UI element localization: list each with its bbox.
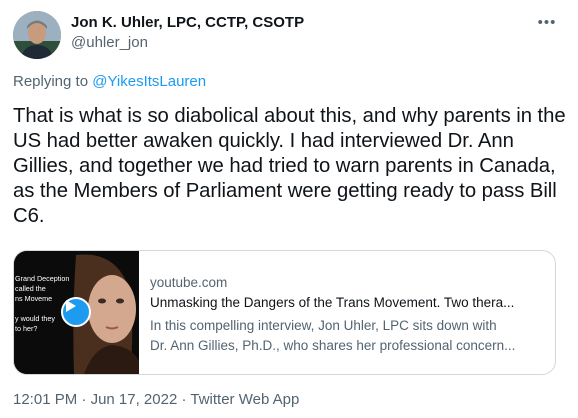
tweet-time[interactable]: 12:01 PM [13,391,77,408]
play-button[interactable] [61,297,91,327]
tweet-text: That is what is so diabolical about this… [13,105,566,227]
more-horizontal-icon: ••• [537,13,557,31]
link-preview-card[interactable]: Grand Deception called the ns Moveme y w… [13,250,556,375]
card-description-line-1: In this compelling interview, Jon Uhler,… [150,318,497,333]
avatar[interactable] [13,11,61,59]
card-domain: youtube.com [150,275,228,290]
avatar-image [13,11,61,59]
tweet-date[interactable]: Jun 17, 2022 [91,391,178,408]
card-title: Unmasking the Dangers of the Trans Movem… [150,295,515,310]
author-handle[interactable]: @uhler_jon [71,34,148,52]
meta-separator: · [177,391,191,408]
replying-to-label: Replying to [13,73,93,90]
play-icon [66,300,76,312]
reply-mention-link[interactable]: @YikesItsLauren [92,73,206,90]
card-description-line-2: Dr. Ann Gillies, Ph.D., who shares her p… [150,338,516,353]
tweet-metadata: 12:01 PM · Jun 17, 2022 · Twitter Web Ap… [13,391,299,409]
more-options-button[interactable]: ••• [535,12,559,32]
tweet-source-app[interactable]: Twitter Web App [190,391,299,408]
card-description: In this compelling interview, Jon Uhler,… [150,316,545,356]
video-thumbnail[interactable]: Grand Deception called the ns Moveme y w… [14,251,139,374]
author-name[interactable]: Jon K. Uhler, LPC, CCTP, CSOTP [71,14,304,32]
replying-to: Replying to @YikesItsLauren [13,73,206,91]
meta-separator: · [77,391,91,408]
